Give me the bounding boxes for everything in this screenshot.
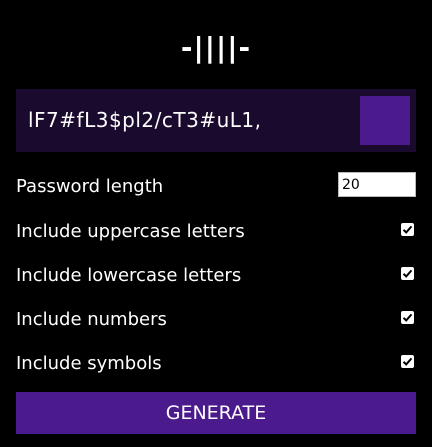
generate-button[interactable]: GENERATE — [16, 392, 416, 434]
numbers-checkbox[interactable] — [401, 311, 414, 324]
setting-symbols-row: Include symbols — [16, 349, 416, 379]
lowercase-checkbox[interactable] — [401, 267, 414, 280]
checkmark-icon — [402, 357, 413, 366]
setting-uppercase-row: Include uppercase letters — [16, 217, 416, 247]
length-input[interactable] — [338, 172, 416, 197]
symbols-label: Include symbols — [16, 353, 162, 374]
setting-lowercase-row: Include lowercase letters — [16, 261, 416, 291]
checkmark-icon — [402, 313, 413, 322]
uppercase-checkbox[interactable] — [401, 223, 414, 236]
generated-password: lF7#fL3$pl2/cT3#uL1, — [28, 108, 262, 132]
setting-length-row: Password length — [16, 172, 416, 202]
symbols-checkbox[interactable] — [401, 355, 414, 368]
lowercase-label: Include lowercase letters — [16, 265, 242, 286]
setting-numbers-row: Include numbers — [16, 305, 416, 335]
password-result-box: lF7#fL3$pl2/cT3#uL1, — [16, 89, 416, 152]
length-label: Password length — [16, 176, 164, 197]
checkmark-icon — [402, 269, 413, 278]
copy-to-clipboard-button[interactable] — [360, 96, 410, 145]
app-logo: -||||- — [180, 31, 252, 64]
numbers-label: Include numbers — [16, 309, 167, 330]
uppercase-label: Include uppercase letters — [16, 221, 245, 242]
checkmark-icon — [402, 225, 413, 234]
